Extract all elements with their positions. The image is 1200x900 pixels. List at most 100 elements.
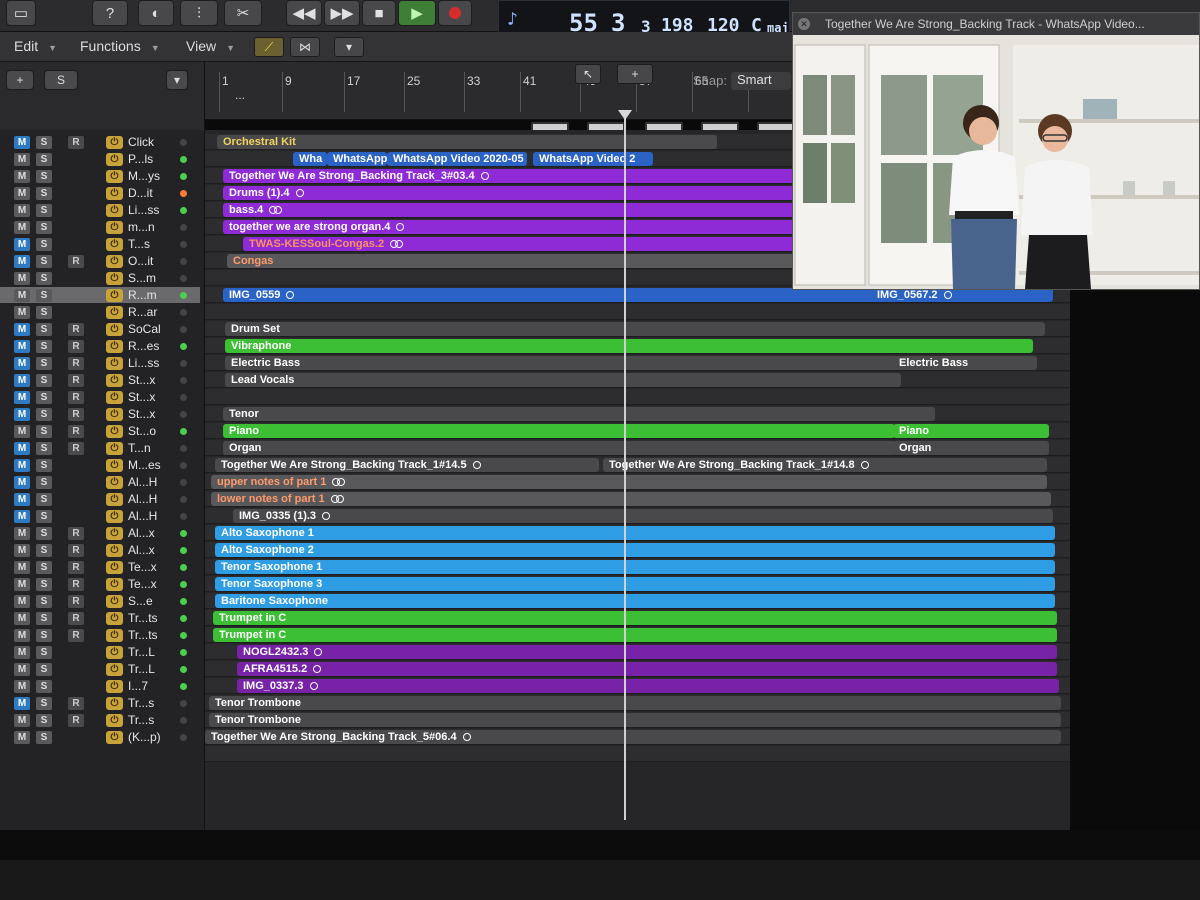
mute-button[interactable]: M [14,493,30,506]
region[interactable]: Tenor [223,407,935,421]
record-enable-button[interactable]: R [68,425,84,438]
region[interactable]: IMG_0337.3 [237,679,1059,693]
region[interactable]: Together We Are Strong_Backing Track_5#0… [205,730,1061,744]
record-enable-button[interactable]: R [68,595,84,608]
power-icon[interactable]: ⏻ [106,629,123,642]
solo-button[interactable]: S [36,493,52,506]
record-enable-button[interactable]: R [68,136,84,149]
region[interactable]: Drum Set [225,322,1045,336]
mute-button[interactable]: M [14,442,30,455]
mute-button[interactable]: M [14,340,30,353]
region[interactable]: WhatsApp Video 2020-05 [387,152,527,166]
movie-window[interactable]: ✕ Together We Are Strong_Backing Track -… [792,12,1200,290]
solo-button[interactable]: S [36,374,52,387]
track-header[interactable]: M S R ⏻ Al...x [0,525,200,541]
solo-button[interactable]: S [36,136,52,149]
track-header[interactable]: M S R ⏻ Tr...s [0,712,200,728]
solo-button[interactable]: S [36,289,52,302]
track-header[interactable]: M S ⏻ Al...H [0,474,200,490]
functions-menu[interactable]: Functions ▼ [80,38,160,54]
add-track-button[interactable]: + [6,70,34,90]
mute-button[interactable]: M [14,663,30,676]
power-icon[interactable]: ⏻ [106,680,123,693]
record-enable-button[interactable]: R [68,255,84,268]
record-enable-button[interactable]: R [68,697,84,710]
mute-button[interactable]: M [14,255,30,268]
power-icon[interactable]: ⏻ [106,510,123,523]
solo-button[interactable]: S [36,170,52,183]
power-icon[interactable]: ⏻ [106,646,123,659]
record-enable-button[interactable]: R [68,340,84,353]
solo-button[interactable]: S [36,629,52,642]
track-header[interactable]: M S ⏻ R...m [0,287,200,303]
track-header[interactable]: M S R ⏻ T...n [0,440,200,456]
region[interactable]: Organ [893,441,1049,455]
mute-button[interactable]: M [14,306,30,319]
power-icon[interactable]: ⏻ [106,374,123,387]
mute-button[interactable]: M [14,391,30,404]
view-menu[interactable]: View ▼ [186,38,235,54]
record-enable-button[interactable]: R [68,714,84,727]
track-header[interactable]: M S ⏻ T...s [0,236,200,252]
record-enable-button[interactable]: R [68,374,84,387]
mute-button[interactable]: M [14,629,30,642]
power-icon[interactable]: ⏻ [106,561,123,574]
region[interactable]: Organ [223,441,895,455]
metronome-icon[interactable]: ♪ [507,9,518,30]
region[interactable]: Wha [293,152,327,166]
region[interactable]: Tenor Saxophone 1 [215,560,1055,574]
record-enable-button[interactable]: R [68,357,84,370]
track-header[interactable]: M S ⏻ Al...H [0,508,200,524]
track-header[interactable]: M S ⏻ S...m [0,270,200,286]
mute-button[interactable]: M [14,323,30,336]
track-header[interactable]: M S R ⏻ O...it [0,253,200,269]
track-header[interactable]: M S ⏻ M...es [0,457,200,473]
flex-tool[interactable]: ⋈ [290,37,320,57]
playhead-handle[interactable] [618,110,632,120]
track-header[interactable]: M S R ⏻ Tr...ts [0,627,200,643]
solo-button[interactable]: S [36,255,52,268]
mute-button[interactable]: M [14,357,30,370]
mute-button[interactable]: M [14,374,30,387]
record-enable-button[interactable]: R [68,323,84,336]
solo-button[interactable]: S [36,646,52,659]
track-header[interactable]: M S R ⏻ Te...x [0,576,200,592]
region[interactable]: Piano [223,424,895,438]
record-enable-button[interactable]: R [68,527,84,540]
power-icon[interactable]: ⏻ [106,340,123,353]
record-enable-button[interactable]: R [68,442,84,455]
record-enable-button[interactable]: R [68,544,84,557]
track-header[interactable]: M S R ⏻ St...x [0,389,200,405]
mute-button[interactable]: M [14,595,30,608]
region[interactable]: WhatsApp [327,152,387,166]
region[interactable]: Electric Bass [225,356,901,370]
region[interactable]: Drums (1).4 [223,186,803,200]
editors-button[interactable]: ✂ [224,0,262,26]
power-icon[interactable]: ⏻ [106,238,123,251]
region[interactable]: Baritone Saxophone [215,594,1055,608]
power-icon[interactable]: ⏻ [106,493,123,506]
region[interactable]: Together We Are Strong_Backing Track_3#0… [223,169,803,183]
power-icon[interactable]: ⏻ [106,391,123,404]
mute-button[interactable]: M [14,731,30,744]
track-header[interactable]: M S R ⏻ St...x [0,406,200,422]
region[interactable]: AFRA4515.2 [237,662,1057,676]
power-icon[interactable]: ⏻ [106,204,123,217]
power-icon[interactable]: ⏻ [106,425,123,438]
solo-button[interactable]: S [36,272,52,285]
track-header[interactable]: M S R ⏻ R...es [0,338,200,354]
mute-button[interactable]: M [14,578,30,591]
solo-button[interactable]: S [36,204,52,217]
track-header[interactable]: M S R ⏻ Tr...ts [0,610,200,626]
solo-button[interactable]: S [36,391,52,404]
region[interactable]: Together We Are Strong_Backing Track_1#1… [603,458,1047,472]
power-icon[interactable]: ⏻ [106,272,123,285]
power-icon[interactable]: ⏻ [106,459,123,472]
smart-controls-button[interactable]: ◐ [138,0,174,26]
mute-button[interactable]: M [14,170,30,183]
region[interactable]: NOGL2432.3 [237,645,1057,659]
global-solo-button[interactable]: S [44,70,78,90]
solo-button[interactable]: S [36,187,52,200]
solo-button[interactable]: S [36,612,52,625]
pointer-tool-icon[interactable]: ↖ [575,64,601,84]
